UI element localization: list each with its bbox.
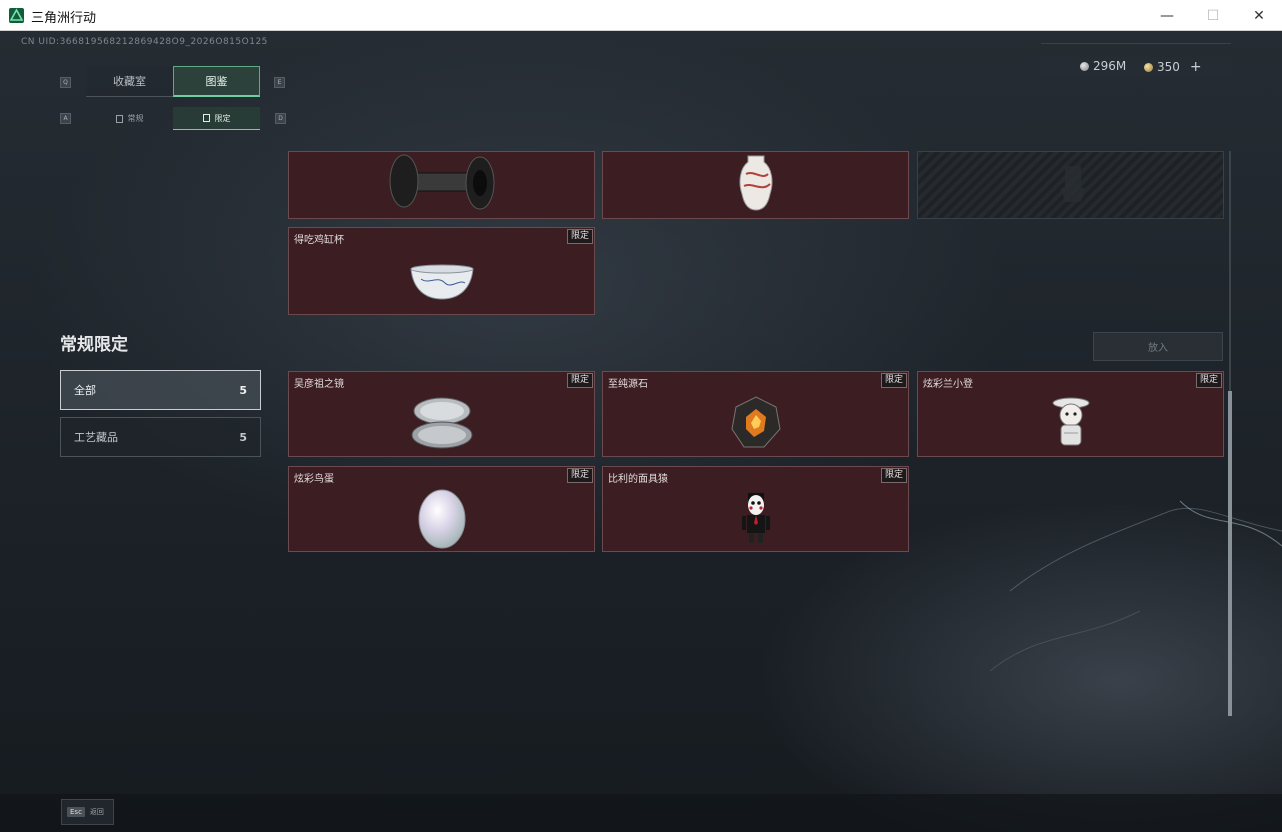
limited-badge: 限定 — [1195, 373, 1222, 388]
bottom-bar — [0, 794, 1282, 832]
porcelain-vase-image — [603, 152, 908, 214]
item-card-chicken-cup[interactable]: 得吃鸡缸杯 限定 — [288, 227, 595, 315]
section-title: 常规限定 — [60, 335, 128, 355]
billy-puppet-image — [603, 481, 908, 551]
esc-key: Esc — [67, 807, 85, 817]
item-card-billy-mask[interactable]: 比利的面具猿 限定 — [602, 466, 909, 552]
subtab-regular[interactable]: 常规 — [86, 107, 173, 130]
gold-coin-icon — [1144, 62, 1153, 72]
limited-badge: 限定 — [880, 373, 907, 388]
filter-count: 5 — [239, 430, 247, 444]
gold-currency: 350 + — [1144, 59, 1202, 75]
locked-item-silhouette — [918, 152, 1223, 214]
currency-bar — [1041, 57, 1231, 77]
silver-coin-icon — [1080, 61, 1089, 71]
filter-label: 工艺藏品 — [74, 431, 118, 444]
colorful-figure-image — [918, 388, 1223, 456]
limited-badge: 限定 — [566, 373, 593, 388]
limited-badge: 限定 — [566, 229, 593, 244]
user-uid: CN UID:366819568212869428O9_2026O815O125 — [21, 37, 268, 47]
item-card-bird-egg[interactable]: 炫彩鸟蛋 限定 — [288, 466, 595, 552]
bird-egg-image — [289, 481, 594, 551]
window-title: 三角洲行动 — [31, 11, 97, 26]
back-button[interactable]: Esc 返回 — [61, 799, 114, 825]
close-button[interactable]: ✕ — [1236, 0, 1282, 31]
originium-image — [603, 388, 908, 456]
chicken-cup-image — [289, 246, 594, 314]
tab-collection-room[interactable]: 收藏室 — [86, 66, 173, 97]
window-titlebar: 三角洲行动 — ☐ ✕ — [0, 0, 1282, 31]
filter-label: 全部 — [74, 384, 96, 397]
silver-currency: 296M — [1080, 59, 1126, 73]
minimize-button[interactable]: — — [1144, 0, 1190, 31]
back-label: 返回 — [89, 808, 104, 816]
regular-icon — [115, 114, 123, 123]
filter-count: 5 — [239, 383, 247, 397]
scrollbar-thumb[interactable] — [1228, 391, 1232, 716]
currency-divider — [1041, 43, 1231, 44]
key-hint-prev-sub: A — [60, 113, 71, 124]
tab-catalog[interactable]: 图鉴 — [173, 66, 260, 97]
subtab-regular-label: 常规 — [127, 114, 144, 123]
app-logo-icon — [9, 8, 24, 23]
key-hint-next-sub: D — [275, 113, 286, 124]
item-card-mirror[interactable]: 吴彦祖之镜 限定 — [288, 371, 595, 457]
filter-crafts[interactable]: 工艺藏品 5 — [60, 417, 261, 457]
item-card-tire-roller[interactable] — [288, 151, 595, 219]
item-name: 得吃鸡缸杯 — [294, 235, 344, 246]
item-card-colorful-figure[interactable]: 炫彩兰小登 限定 — [917, 371, 1224, 457]
limited-icon — [202, 114, 210, 122]
subtab-limited[interactable]: 限定 — [173, 107, 260, 130]
key-hint-next-tab: E — [274, 77, 285, 88]
filter-all[interactable]: 全部 5 — [60, 370, 261, 410]
key-hint-prev-tab: Q — [60, 77, 71, 88]
item-card-locked[interactable] — [917, 151, 1224, 219]
put-in-button[interactable]: 放入 — [1093, 332, 1223, 361]
gold-amount: 350 — [1157, 60, 1180, 74]
silver-amount: 296M — [1093, 59, 1127, 73]
subtab-limited-label: 限定 — [214, 113, 231, 123]
mirror-image — [289, 388, 594, 456]
game-viewport: CN UID:366819568212869428O9_2026O815O125… — [0, 31, 1282, 832]
maximize-button[interactable]: ☐ — [1190, 0, 1236, 31]
item-card-porcelain-vase[interactable] — [602, 151, 909, 219]
tire-roller-image — [289, 152, 594, 214]
item-card-originium[interactable]: 至纯源石 限定 — [602, 371, 909, 457]
add-currency-button[interactable]: + — [1190, 59, 1202, 75]
